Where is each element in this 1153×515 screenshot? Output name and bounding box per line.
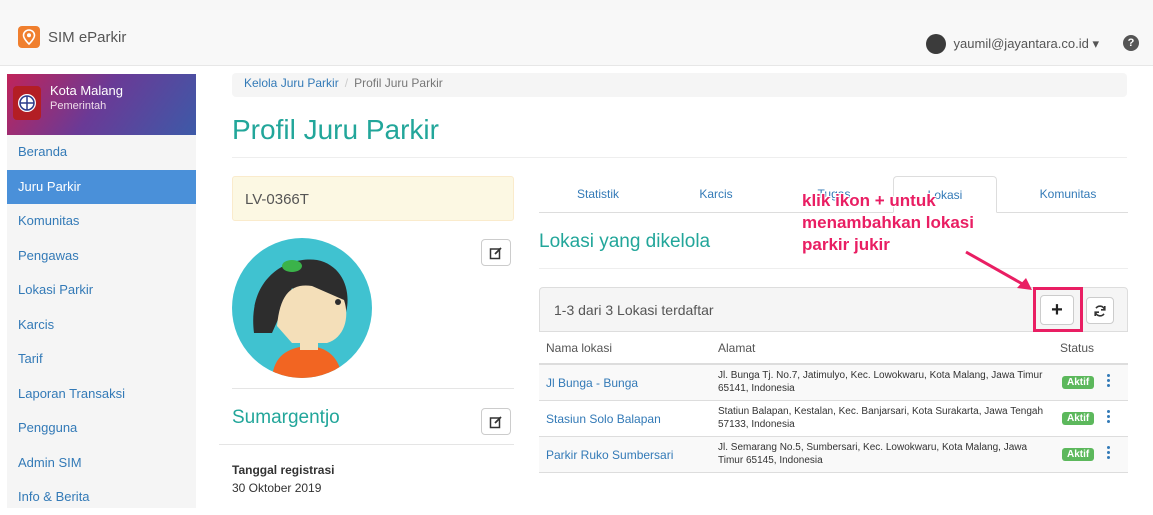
sidebar-item-lokasi-parkir[interactable]: Lokasi Parkir: [7, 273, 196, 308]
top-navbar: SIM eParkir yaumil@jayantara.co.id ▾ ?: [0, 10, 1153, 66]
profile-name: Sumargentjo: [232, 407, 340, 428]
divider: [232, 388, 514, 389]
tab-komunitas[interactable]: Komunitas: [1009, 176, 1127, 212]
city-emblem-icon: [13, 86, 41, 120]
location-name-link[interactable]: Stasiun Solo Balapan: [546, 412, 661, 426]
column-header-address: Alamat: [718, 341, 756, 355]
profile-code: LV-0366T: [232, 176, 514, 221]
registration-label: Tanggal registrasi: [232, 463, 335, 477]
breadcrumb: Kelola Juru Parkir / Profil Juru Parkir: [232, 73, 1127, 97]
divider: [219, 444, 514, 445]
brand[interactable]: SIM eParkir: [18, 26, 126, 48]
status-badge: Aktif: [1062, 412, 1095, 425]
sidebar-item-karcis[interactable]: Karcis: [7, 308, 196, 343]
breadcrumb-separator: /: [344, 76, 349, 90]
user-menu[interactable]: yaumil@jayantara.co.id ▾: [925, 34, 1099, 54]
row-menu-icon[interactable]: [1107, 374, 1111, 389]
org-sub: Pemerintah: [50, 100, 107, 112]
table-row: Jl Bunga - Bunga Jl. Bunga Tj. No.7, Jat…: [539, 365, 1128, 401]
sidebar-item-admin-sim[interactable]: Admin SIM: [7, 446, 196, 481]
table-row: Parkir Ruko Sumbersari Jl. Semarang No.5…: [539, 437, 1128, 473]
location-address: Statiun Balapan, Kestalan, Kec. Banjarsa…: [718, 406, 1044, 430]
column-header-name: Nama lokasi: [546, 341, 613, 355]
brand-title: SIM eParkir: [48, 28, 127, 46]
divider: [232, 157, 1127, 158]
refresh-button[interactable]: [1086, 297, 1114, 324]
tab-karcis[interactable]: Karcis: [657, 176, 775, 212]
org-name: Kota Malang: [50, 83, 123, 98]
user-avatar: [925, 34, 946, 54]
sidebar-item-beranda[interactable]: Beranda: [7, 135, 196, 170]
tab-statistik[interactable]: Statistik: [539, 176, 657, 212]
location-name-link[interactable]: Parkir Ruko Sumbersari: [546, 448, 673, 462]
user-email: yaumil@jayantara.co.id ▾: [953, 36, 1099, 51]
help-icon[interactable]: ?: [1123, 35, 1139, 51]
location-pin-logo-icon: [18, 26, 40, 48]
sidebar: Kota Malang Pemerintah Beranda Juru Park…: [7, 74, 196, 508]
sidebar-item-laporan-transaksi[interactable]: Laporan Transaksi: [7, 377, 196, 412]
location-name-link[interactable]: Jl Bunga - Bunga: [546, 376, 638, 390]
sidebar-item-info-berita[interactable]: Info & Berita: [7, 480, 196, 515]
annotation-line: parkir jukir: [802, 235, 890, 254]
sidebar-header: Kota Malang Pemerintah: [7, 74, 196, 135]
sidebar-item-pengawas[interactable]: Pengawas: [7, 239, 196, 274]
location-address: Jl. Semarang No.5, Sumbersari, Kec. Lowo…: [718, 442, 1028, 466]
column-header-status: Status: [1060, 341, 1095, 355]
locations-count: 1-3 dari 3 Lokasi terdaftar: [554, 302, 714, 318]
table-row: Stasiun Solo Balapan Statiun Balapan, Ke…: [539, 401, 1128, 437]
sidebar-item-pengguna[interactable]: Pengguna: [7, 411, 196, 446]
page-title: Profil Juru Parkir: [232, 114, 439, 145]
sidebar-item-komunitas[interactable]: Komunitas: [7, 204, 196, 239]
section-title: Lokasi yang dikelola: [539, 231, 711, 252]
sidebar-item-tarif[interactable]: Tarif: [7, 342, 196, 377]
edit-icon: [489, 246, 502, 259]
breadcrumb-current: Profil Juru Parkir: [354, 76, 443, 90]
registration-date: 30 Oktober 2019: [232, 481, 322, 495]
location-address: Jl. Bunga Tj. No.7, Jatimulyo, Kec. Lowo…: [718, 370, 1043, 394]
profile-avatar: [232, 238, 372, 378]
edit-name-button[interactable]: [481, 408, 511, 435]
row-menu-icon[interactable]: [1107, 446, 1111, 461]
edit-photo-button[interactable]: [481, 239, 511, 266]
sidebar-item-juru-parkir[interactable]: Juru Parkir: [7, 169, 196, 204]
status-badge: Aktif: [1062, 448, 1095, 461]
tutorial-annotation: klik ikon + untuk menambahkan lokasi par…: [802, 190, 974, 256]
row-menu-icon[interactable]: [1107, 410, 1111, 425]
status-badge: Aktif: [1062, 376, 1095, 389]
annotation-arrow-icon: [965, 250, 1032, 290]
add-button-highlight: [1033, 287, 1083, 332]
annotation-line: klik ikon + untuk: [802, 191, 936, 210]
breadcrumb-link-kelola[interactable]: Kelola Juru Parkir: [244, 76, 339, 90]
edit-icon: [489, 415, 502, 428]
refresh-icon: [1094, 304, 1106, 317]
annotation-line: menambahkan lokasi: [802, 213, 974, 232]
